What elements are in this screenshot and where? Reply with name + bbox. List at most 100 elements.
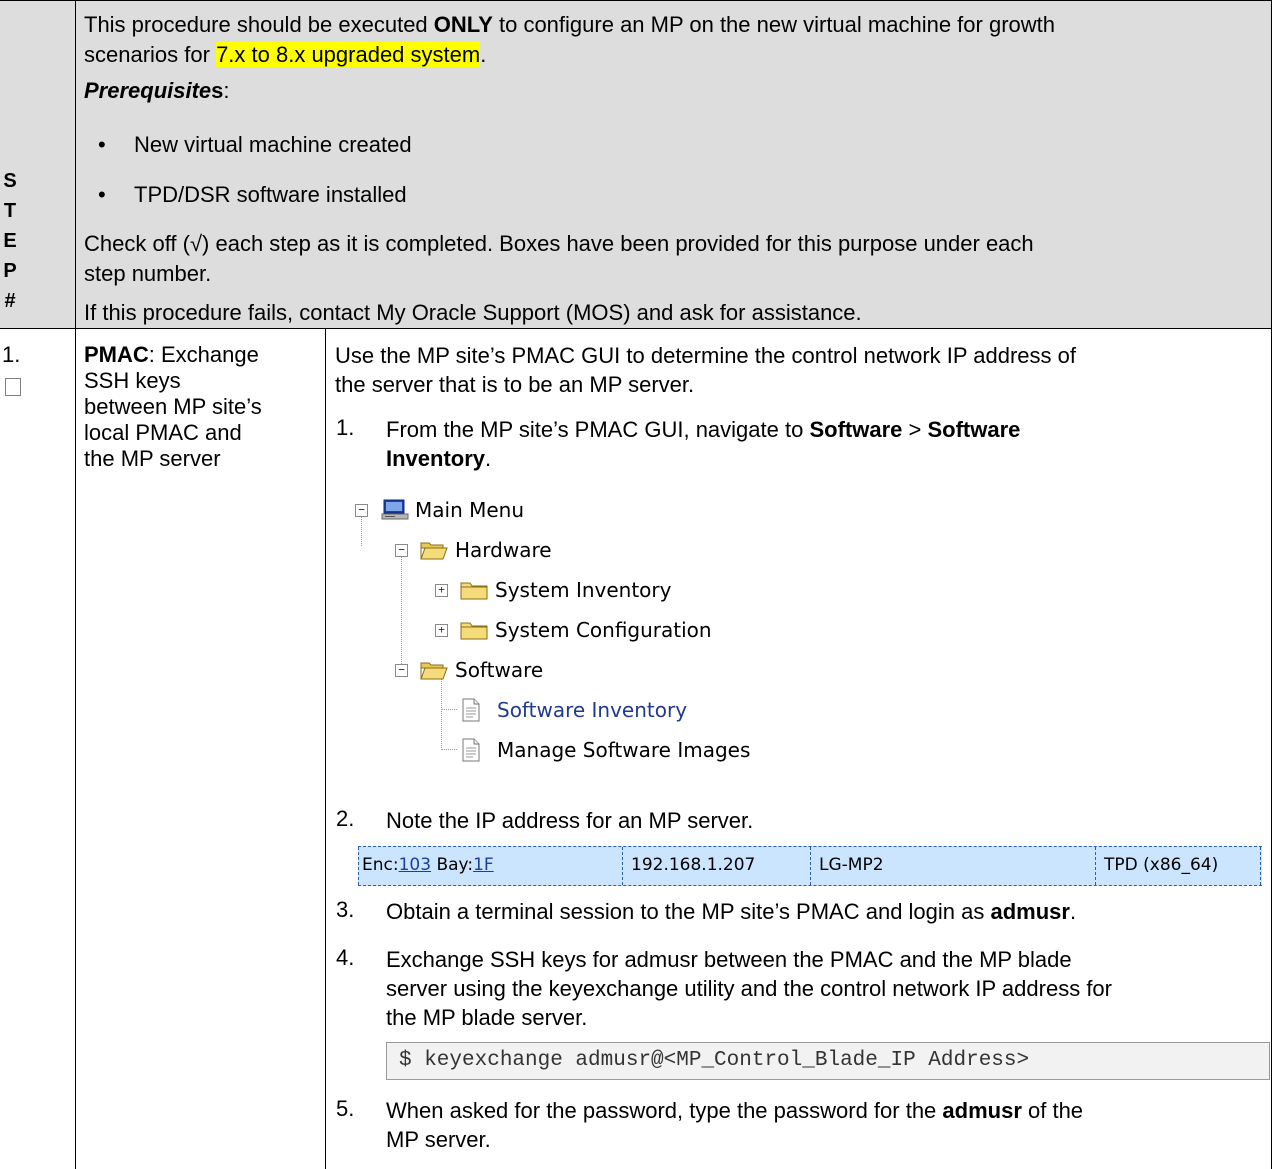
expand-icon[interactable]: + [435,624,448,637]
collapse-icon[interactable]: − [355,504,368,517]
prerequisite-text: TPD/DSR software installed [134,182,407,207]
bullet-icon: • [98,182,106,207]
instruction-number: 2. [336,806,355,831]
failure-note: If this procedure fails, contact My Orac… [84,298,1264,328]
tree-label: Manage Software Images [497,738,751,762]
title-column-divider [325,328,326,1169]
tree-label: Main Menu [415,498,525,522]
expand-icon[interactable]: + [435,584,448,597]
cell-divider [358,847,359,885]
text: . [480,42,487,67]
procedure-table: S T E P # This procedure should be execu… [0,0,1272,1169]
header-divider [0,328,1272,329]
open-folder-icon [419,658,449,689]
text: . [485,446,492,471]
instruction-number: 3. [336,897,355,922]
step-title-bold: PMAC [84,342,149,367]
text: scenarios for [84,42,217,67]
prerequisites-heading: Prerequisites: [84,76,1264,106]
step-title: PMAC: Exchange SSH keys between MP site’… [84,342,314,472]
enclosure-link[interactable]: 103 [399,855,431,875]
cell-divider [810,847,811,885]
cell-divider [1260,847,1261,885]
bay-link[interactable]: 1F [473,855,494,875]
folder-icon [459,578,489,609]
header-line-1: This procedure should be executed ONLY t… [84,10,1264,40]
step-letter: S [3,170,17,192]
text: When asked for the password, type the pa… [386,1098,943,1123]
text: Obtain a terminal session to the MP site… [386,899,991,924]
text: : Exchange [148,342,259,367]
menu-software-inventory: Inventory [386,446,486,471]
step-intro: Use the MP site’s PMAC GUI to determine … [335,341,1260,399]
step-checkbox[interactable] [5,378,21,396]
text: : [223,78,230,103]
only-emphasis: ONLY [433,12,493,37]
step-letter: # [4,290,16,312]
text: Note the IP address for an MP server. [386,808,754,833]
tree-connector [361,516,362,546]
text: to configure an MP on the new virtual ma… [492,12,1055,37]
menu-software-inventory: Software [927,417,1021,442]
tree-label: Software [455,658,544,682]
step-label: S T E P # [0,0,75,328]
prerequisite-text: New virtual machine created [134,132,412,157]
instruction-number: 1. [336,415,355,440]
text: . [1069,899,1077,924]
tree-connector [401,556,402,672]
text: the server that is to be an MP server. [335,372,695,397]
text: From the MP site’s PMAC GUI, navigate to [386,417,810,442]
text: If this procedure fails, contact My Orac… [84,300,862,325]
text: between MP site’s [84,394,262,419]
text: the MP server [84,446,221,471]
step-column-divider [75,0,76,1169]
text: of the [1021,1098,1084,1123]
computer-icon [381,498,409,529]
ip-address-cell: 192.168.1.207 [631,855,756,875]
text: local PMAC and [84,420,242,445]
step-letter: E [3,230,17,252]
tree-connector [441,709,457,710]
hostname-cell: LG-MP2 [819,855,884,875]
open-folder-icon [419,538,449,569]
step-letter: T [3,200,17,222]
bullet-icon: • [98,132,106,157]
username-admusr: admusr [990,899,1070,924]
document-icon [459,738,483,769]
step-letter: P [3,260,17,282]
text: the MP blade server. [386,1005,588,1030]
document-icon [459,698,483,729]
text: Bay: [436,855,474,875]
header-line-2: scenarios for 7.x to 8.x upgraded system… [84,40,1264,70]
cell-divider [1095,847,1096,885]
server-inventory-row[interactable]: Enc:103 Bay:1F 192.168.1.207 LG-MP2 TPD … [358,846,1262,886]
text: Check off (√) each step as it is complet… [84,231,1034,256]
tree-label: System Configuration [495,618,712,642]
prerequisites-label: Prerequisite [84,78,212,103]
text: This procedure should be executed [84,12,434,37]
header-text: This procedure should be executed ONLY t… [84,10,1264,106]
folder-icon [459,618,489,649]
table-border-top [0,0,1272,1]
pmac-menu-tree: − Main Menu − Hardware + System Inventor… [355,492,815,772]
collapse-icon[interactable]: − [395,544,408,557]
text: step number. [84,261,212,286]
instruction-number: 4. [336,945,355,970]
collapse-icon[interactable]: − [395,664,408,677]
tree-label: Hardware [455,538,552,562]
text: server using the keyexchange utility and… [386,976,1112,1001]
text: s [211,78,224,103]
step-number: 1. [2,342,21,367]
enclosure-bay-cell: Enc:103 Bay:1F [362,855,494,875]
checkoff-note: Check off (√) each step as it is complet… [84,229,1264,289]
command-box[interactable]: $ keyexchange admusr@<MP_Control_Blade_I… [386,1042,1270,1080]
os-cell: TPD (x86_64) [1104,855,1219,875]
tree-label: System Inventory [495,578,672,602]
tree-connector [441,749,457,750]
text: SSH keys [84,368,181,393]
cell-divider [622,847,623,885]
text: Exchange SSH keys for admusr between the… [386,947,1072,972]
tree-label: Software Inventory [497,698,688,722]
instruction-number: 5. [336,1096,355,1121]
highlighted-version: 7.x to 8.x upgraded system [216,42,481,67]
